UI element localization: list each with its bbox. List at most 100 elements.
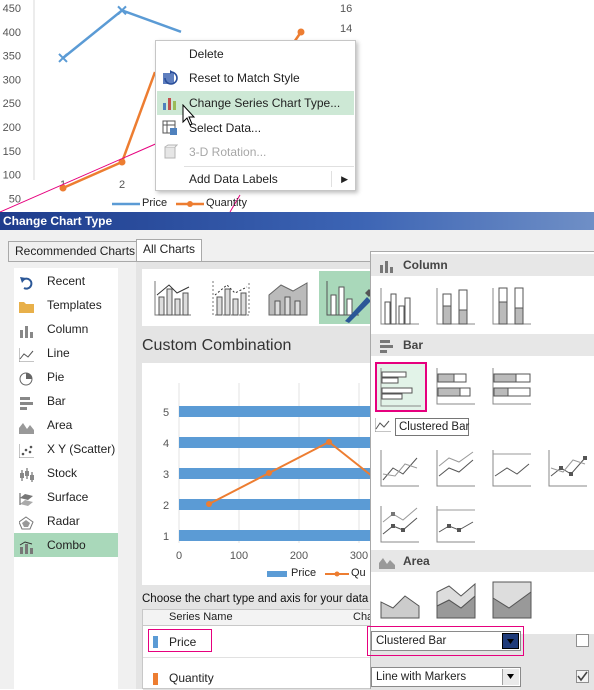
- combo-chart-icon: [19, 538, 34, 554]
- menu-item-3d-rotation[interactable]: 3-D Rotation...: [157, 140, 354, 164]
- nav-item-pie[interactable]: Pie: [14, 365, 118, 389]
- nav-item-bar[interactable]: Bar: [14, 389, 118, 413]
- nav-item-label: Line: [47, 346, 70, 360]
- left-tick-label: 350: [3, 51, 21, 63]
- nav-item-label: Area: [47, 418, 73, 432]
- menu-item-delete[interactable]: Delete: [157, 42, 354, 66]
- preview-bar: [179, 406, 407, 417]
- price-point-marker: [58, 53, 68, 63]
- preview-legend-quantity-marker: [325, 571, 349, 577]
- preview-x-tick: 200: [290, 550, 308, 562]
- quantity-chart-type-dropdown[interactable]: Line with Markers: [371, 667, 521, 687]
- quantity-point-marker: [297, 28, 305, 36]
- stock-chart-icon: [19, 466, 34, 482]
- bar-chart-icon: [379, 338, 395, 353]
- nav-item-combo[interactable]: Combo: [14, 533, 118, 557]
- preview-bar: [179, 530, 383, 541]
- price-highlight-box: [148, 629, 212, 652]
- quantity-secondary-axis-checkbox[interactable]: [576, 670, 589, 683]
- choose-type-label: Choose the chart type and axis for your …: [142, 593, 369, 605]
- checkmark-icon: [577, 671, 588, 682]
- stacked-line-markers-option[interactable]: [377, 502, 421, 546]
- nav-item-stock[interactable]: Stock: [14, 461, 118, 485]
- 100-stacked-line-markers-option[interactable]: [433, 502, 477, 546]
- nav-item-recent[interactable]: Recent: [14, 269, 118, 293]
- preview-legend-quantity: Qu: [351, 567, 366, 579]
- chart-type-gallery: Column Bar Area: [370, 251, 594, 690]
- nav-item-column[interactable]: Column: [14, 317, 118, 341]
- right-tick-label: 14: [340, 23, 352, 35]
- column-chart-icon: [379, 258, 395, 273]
- area-chart-icon: [19, 418, 34, 434]
- stacked-column-option[interactable]: [433, 284, 477, 328]
- nav-item-radar[interactable]: Radar: [14, 509, 118, 533]
- select-data-icon: [162, 120, 178, 136]
- left-tick-label: 250: [3, 98, 21, 110]
- area-chart-icon: [379, 554, 395, 569]
- area-option[interactable]: [377, 578, 421, 622]
- quantity-legend-marker: [176, 201, 204, 207]
- left-tick-label: 450: [3, 3, 21, 15]
- nav-item-label: Stock: [47, 466, 78, 480]
- preview-y-tick: 1: [163, 531, 169, 543]
- legend-quantity-label: Quantity: [206, 197, 247, 209]
- chart-category-list: Recent Templates Column Line Pie Bar Are…: [14, 268, 118, 689]
- clustered-column-option[interactable]: [377, 284, 421, 328]
- preview-legend-price: Price: [291, 567, 317, 579]
- menu-item-label: 3-D Rotation...: [189, 145, 267, 159]
- combo-clustered-column-line-thumb[interactable]: [145, 271, 198, 324]
- preview-quantity-marker: [326, 439, 332, 445]
- 100-stacked-line-option[interactable]: [489, 446, 533, 490]
- preview-bar: [179, 468, 419, 479]
- section-title: Custom Combination: [142, 337, 292, 354]
- nav-item-label: Combo: [47, 538, 86, 552]
- nav-item-area[interactable]: Area: [14, 413, 118, 437]
- preview-quantity-marker: [206, 501, 212, 507]
- menu-item-reset-style[interactable]: Reset to Match Style: [157, 66, 354, 90]
- nav-item-label: Column: [47, 322, 89, 336]
- clustered-bar-option[interactable]: [375, 362, 427, 412]
- preview-quantity-marker: [266, 470, 272, 476]
- combo-column-line-secondary-thumb[interactable]: [203, 271, 256, 324]
- tab-all-charts[interactable]: All Charts: [136, 239, 203, 263]
- gallery-section-bar: Bar: [371, 334, 594, 356]
- chevron-down-icon[interactable]: [502, 669, 519, 685]
- nav-item-line[interactable]: Line: [14, 341, 118, 365]
- left-tick-label: 150: [3, 146, 21, 158]
- col-series-name: Series Name: [169, 611, 233, 623]
- nav-item-templates[interactable]: Templates: [14, 293, 118, 317]
- rotation-icon: [162, 144, 179, 160]
- nav-item-xy-scatter[interactable]: X Y (Scatter): [14, 437, 118, 461]
- preview-x-tick: 0: [176, 550, 182, 562]
- quantity-series-segment: [120, 71, 157, 163]
- reset-style-icon: [162, 70, 178, 86]
- combo-subtype-thumbnails: [142, 269, 392, 326]
- 100-stacked-bar-option[interactable]: [489, 364, 533, 408]
- menu-item-add-data-labels[interactable]: Add Data Labels ▶: [157, 167, 354, 191]
- pie-chart-icon: [19, 370, 34, 386]
- stacked-line-option[interactable]: [433, 446, 477, 490]
- custom-combination-thumb[interactable]: [319, 271, 373, 324]
- stacked-bar-option[interactable]: [433, 364, 477, 408]
- dropdown-highlight-box: [367, 626, 524, 656]
- price-secondary-axis-checkbox[interactable]: [576, 634, 589, 647]
- stacked-area-option[interactable]: [433, 578, 477, 622]
- menu-item-label: Reset to Match Style: [189, 71, 300, 85]
- preview-x-tick: 100: [230, 550, 248, 562]
- series-name: Quantity: [169, 671, 214, 685]
- 100-stacked-column-option[interactable]: [489, 284, 533, 328]
- menu-item-label: Add Data Labels: [189, 172, 278, 186]
- preview-legend-price-swatch: [267, 571, 287, 577]
- chart-legend: Price Quantity: [112, 197, 292, 211]
- tab-recommended-charts[interactable]: Recommended Charts: [8, 241, 143, 262]
- combo-stacked-area-column-thumb[interactable]: [261, 271, 314, 324]
- left-tick-label: 100: [3, 170, 21, 182]
- preview-bar: [179, 437, 395, 448]
- line-chart-icon: [18, 346, 34, 363]
- mouse-pointer-icon: [182, 104, 196, 126]
- section-label: Area: [403, 554, 430, 568]
- nav-item-surface[interactable]: Surface: [14, 485, 118, 509]
- line-option[interactable]: [377, 446, 421, 490]
- 100-stacked-area-option[interactable]: [489, 578, 533, 622]
- line-with-markers-option[interactable]: [545, 446, 589, 490]
